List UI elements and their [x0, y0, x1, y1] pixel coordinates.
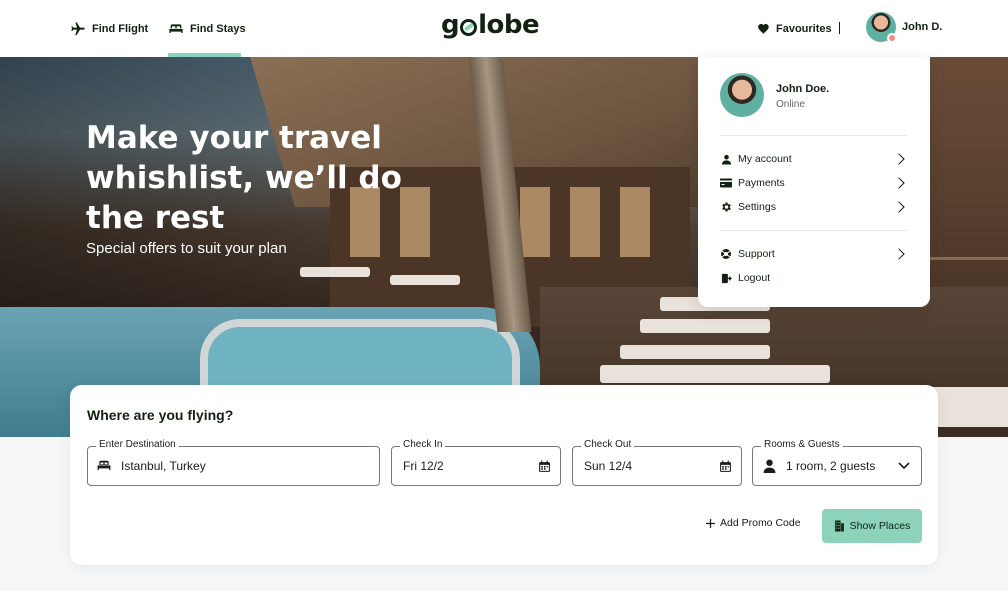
- hero-photo-lounger: [620, 345, 770, 359]
- dropdown-separator: [720, 230, 907, 231]
- add-promo-code-label: Add Promo Code: [720, 517, 801, 529]
- add-promo-code-button[interactable]: Add Promo Code: [706, 517, 801, 529]
- search-card-title: Where are you flying?: [87, 407, 234, 423]
- logo-globe-icon: [460, 18, 478, 36]
- user-name: John D.: [902, 21, 943, 33]
- user-icon: [762, 459, 776, 473]
- rooms-guests-field-label: Rooms & Guests: [761, 439, 843, 450]
- dropdown-user-status: Online: [776, 99, 805, 110]
- menu-item-support[interactable]: Support: [720, 244, 907, 264]
- menu-item-payments[interactable]: Payments: [720, 173, 907, 193]
- menu-item-label: Payments: [738, 177, 785, 189]
- chevron-right-icon: [893, 248, 905, 260]
- check-in-value: Fri 12/2: [403, 459, 444, 473]
- hero-title: Make your travel whishlist, we’ll do the…: [86, 120, 402, 236]
- rooms-guests-field[interactable]: Rooms & Guests 1 room, 2 guests: [752, 439, 922, 486]
- header-divider: [839, 22, 840, 34]
- menu-item-my-account[interactable]: My account: [720, 149, 907, 169]
- destination-field[interactable]: Enter Destination Istanbul, Turkey: [87, 439, 380, 486]
- bed-icon: [97, 459, 111, 473]
- building-icon: [834, 520, 844, 532]
- dropdown-separator: [720, 135, 907, 136]
- heart-icon: [758, 23, 769, 34]
- menu-item-settings[interactable]: Settings: [720, 197, 907, 217]
- chevron-right-icon: [893, 201, 905, 213]
- hero-photo-lounger: [930, 387, 1008, 427]
- gear-icon: [720, 201, 732, 213]
- favourites-label: Favourites: [776, 22, 832, 35]
- check-in-field[interactable]: Check In Fri 12/2: [391, 439, 561, 486]
- hero-photo-lounger: [600, 365, 830, 383]
- dropdown-avatar: [720, 73, 764, 117]
- avatar-status-badge: [887, 33, 897, 43]
- destination-value: Istanbul, Turkey: [121, 459, 206, 473]
- check-in-field-label: Check In: [400, 439, 446, 450]
- rooms-guests-value: 1 room, 2 guests: [786, 459, 876, 473]
- logo-text-start: g: [441, 10, 460, 40]
- avatar: [866, 12, 897, 43]
- menu-item-logout[interactable]: Logout: [720, 268, 907, 288]
- golobe-logo[interactable]: g lobe: [441, 10, 540, 40]
- show-places-label: Show Places: [849, 520, 911, 532]
- hero-photo-lounger: [300, 267, 370, 277]
- check-out-field-label: Check Out: [581, 439, 635, 450]
- hero-photo-lounger: [390, 275, 460, 285]
- nav-find-flight-label: Find Flight: [92, 22, 149, 35]
- dropdown-user-name: John Doe.: [776, 83, 830, 95]
- chevron-right-icon: [893, 153, 905, 165]
- nav-find-stays[interactable]: Find Stays: [168, 0, 246, 57]
- hero-photo-lounger: [640, 319, 770, 333]
- airplane-icon: [71, 21, 85, 35]
- logo-text-end: lobe: [478, 10, 540, 40]
- menu-item-label: Settings: [738, 201, 776, 213]
- top-navbar: Find Flight Find Stays g lobe Favourites…: [0, 0, 1008, 57]
- chevron-down-icon[interactable]: [897, 459, 911, 473]
- check-out-field[interactable]: Check Out Sun 12/4: [572, 439, 742, 486]
- card-icon: [720, 177, 732, 189]
- user-icon: [720, 153, 732, 165]
- chevron-right-icon: [893, 177, 905, 189]
- menu-item-label: Support: [738, 248, 775, 260]
- logout-icon: [720, 272, 732, 284]
- support-icon: [720, 248, 732, 260]
- show-places-button[interactable]: Show Places: [822, 509, 922, 543]
- user-dropdown-menu: John Doe. Online My account Payments Set…: [698, 57, 930, 307]
- menu-item-label: Logout: [738, 272, 771, 284]
- calendar-icon[interactable]: [537, 459, 551, 473]
- search-card: Where are you flying? Enter Destination …: [70, 385, 938, 565]
- bed-icon: [169, 23, 183, 33]
- check-out-value: Sun 12/4: [584, 459, 633, 473]
- favourites-link[interactable]: Favourites: [757, 0, 832, 57]
- destination-field-label: Enter Destination: [96, 439, 179, 450]
- plus-icon: [706, 518, 715, 528]
- calendar-icon[interactable]: [718, 459, 732, 473]
- nav-find-flight[interactable]: Find Flight: [70, 0, 148, 57]
- hero-subtitle: Special offers to suit your plan: [86, 240, 287, 257]
- user-menu-trigger[interactable]: John D.: [866, 12, 943, 43]
- menu-item-label: My account: [738, 153, 792, 165]
- nav-find-stays-label: Find Stays: [190, 22, 246, 35]
